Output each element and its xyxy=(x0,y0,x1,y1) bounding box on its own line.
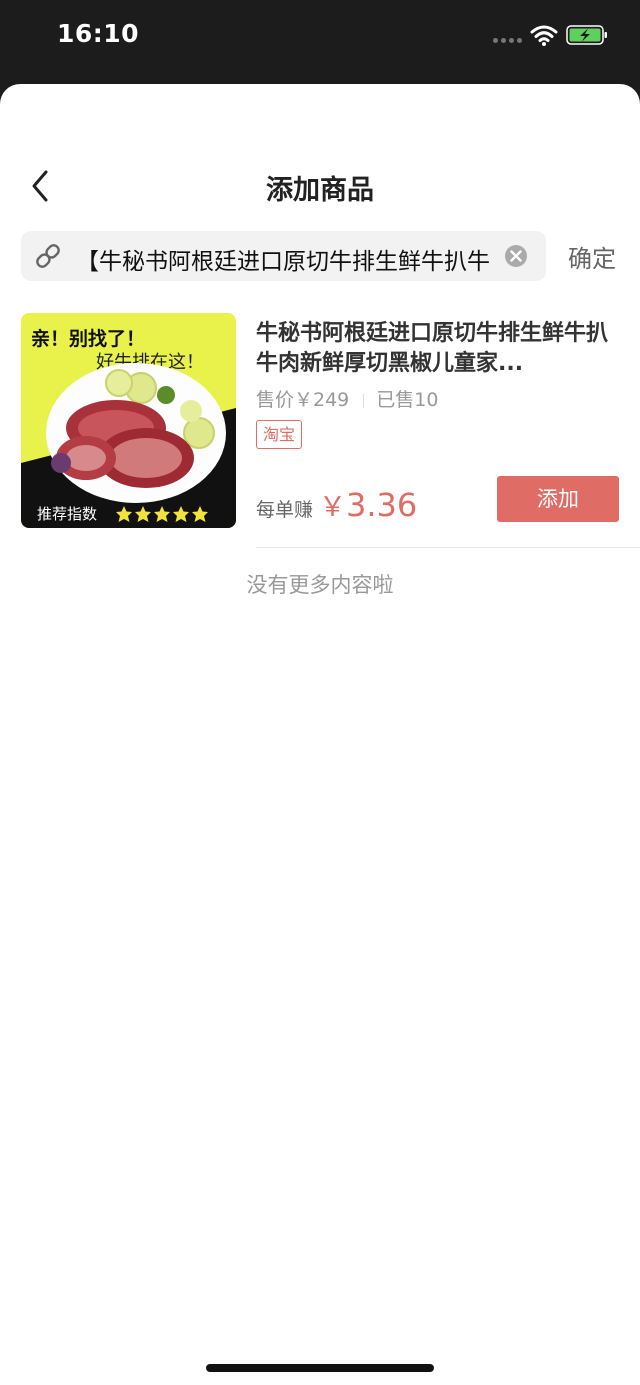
search-value: 【牛秘书阿根廷进口原切牛排生鲜牛扒牛 xyxy=(76,249,490,275)
status-bar: 16:10 xyxy=(0,0,640,84)
battery-charging-icon xyxy=(566,25,607,45)
product-price: 售价￥249 xyxy=(256,389,350,411)
confirm-button[interactable]: 确定 xyxy=(568,239,616,274)
rating-label: 推荐指数 xyxy=(37,505,97,523)
add-product-sheet: 添加商品 【牛秘书阿根廷进口原切牛排生鲜牛扒牛 确定 亲！别找了！ 好牛排在这！ xyxy=(0,84,640,1385)
product-image[interactable]: 亲！别找了！ 好牛排在这！ 推荐指数 xyxy=(21,313,236,528)
page-title: 添加商品 xyxy=(266,175,374,206)
image-headline: 亲！别找了！ xyxy=(31,327,145,350)
status-time: 16:10 xyxy=(57,19,140,48)
divider xyxy=(256,547,640,548)
signal-icon xyxy=(493,38,522,43)
earn-value: 3.36 xyxy=(346,486,418,524)
meta-divider xyxy=(363,393,365,408)
earn-currency: ￥ xyxy=(319,492,347,523)
home-indicator xyxy=(206,1364,434,1372)
product-sold: 已售10 xyxy=(376,389,439,411)
commission-info: 每单赚 ￥3.36 xyxy=(256,485,417,524)
product-title[interactable]: 牛秘书阿根廷进口原切牛排生鲜牛扒牛肉新鲜厚切黑椒儿童家... xyxy=(256,319,616,379)
platform-tag: 淘宝 xyxy=(256,420,303,449)
product-meta: 售价￥249 已售10 xyxy=(256,385,438,412)
earn-label: 每单赚 xyxy=(256,499,314,521)
wifi-icon xyxy=(530,25,558,46)
link-search-input[interactable]: 【牛秘书阿根廷进口原切牛排生鲜牛扒牛 xyxy=(21,231,546,281)
no-more-text: 没有更多内容啦 xyxy=(246,573,394,597)
link-icon xyxy=(36,244,60,268)
clear-icon[interactable] xyxy=(504,244,528,268)
add-button[interactable]: 添加 xyxy=(497,476,619,522)
